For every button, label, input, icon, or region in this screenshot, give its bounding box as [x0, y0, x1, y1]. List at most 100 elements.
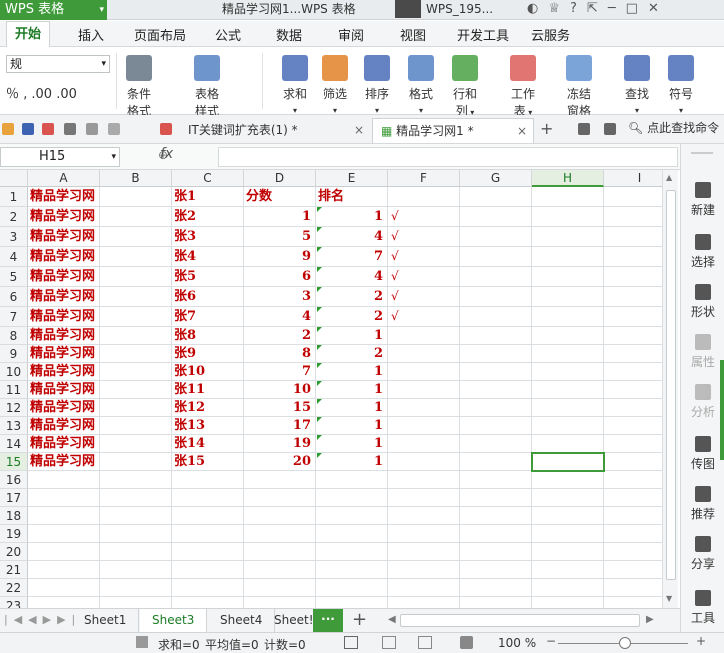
- row-header-17[interactable]: 17: [0, 489, 28, 507]
- cell-score[interactable]: 9: [246, 247, 314, 267]
- new-tab-icon[interactable]: +: [540, 119, 553, 138]
- cell-score[interactable]: 7: [246, 363, 314, 381]
- tab-data[interactable]: 数据: [276, 25, 302, 44]
- tab-cloud[interactable]: 云服务: [531, 25, 570, 44]
- cell-rank[interactable]: 1: [318, 399, 386, 417]
- pdf-icon[interactable]: [42, 123, 54, 135]
- cell-rank[interactable]: 7: [318, 247, 386, 267]
- cell-name[interactable]: 精品学习网: [30, 267, 98, 287]
- cell-score[interactable]: 15: [246, 399, 314, 417]
- scroll-down-icon[interactable]: ▼: [666, 594, 672, 603]
- number-format-select[interactable]: 规 ▾: [6, 55, 110, 73]
- save-icon[interactable]: [22, 123, 34, 135]
- zoom-in-icon[interactable]: +: [696, 634, 706, 648]
- column-header-b[interactable]: B: [100, 170, 172, 187]
- pane-item-5[interactable]: 传图: [681, 436, 724, 472]
- row-header-12[interactable]: 12: [0, 399, 28, 417]
- cell-e1[interactable]: 排名: [318, 187, 386, 207]
- cell-rank[interactable]: 2: [318, 287, 386, 307]
- tab-menu-icon[interactable]: [578, 123, 590, 135]
- tab-formulas[interactable]: 公式: [215, 25, 241, 44]
- cell-rank[interactable]: 1: [318, 435, 386, 453]
- cell-rank[interactable]: 1: [318, 453, 386, 471]
- formula-input[interactable]: [218, 147, 678, 167]
- cell-student[interactable]: 张10: [174, 363, 242, 381]
- cell-name[interactable]: 精品学习网: [30, 207, 98, 227]
- cell-name[interactable]: 精品学习网: [30, 345, 98, 363]
- cell-name[interactable]: 精品学习网: [30, 399, 98, 417]
- more-sheets-button[interactable]: ···: [313, 609, 343, 632]
- sheet-tab[interactable]: Sheet1: [72, 609, 140, 632]
- worksheet-button[interactable]: 工作表 ▾: [510, 55, 536, 119]
- cell-student[interactable]: 张12: [174, 399, 242, 417]
- row-header-22[interactable]: 22: [0, 579, 28, 597]
- print-preview-icon[interactable]: [86, 123, 98, 135]
- scroll-thumb[interactable]: [666, 190, 676, 580]
- tab-page-layout[interactable]: 页面布局: [134, 25, 186, 44]
- tab-home[interactable]: 开始: [6, 21, 51, 47]
- zoom-slider-handle[interactable]: [619, 637, 631, 649]
- scroll-up-icon[interactable]: ▲: [666, 173, 672, 182]
- restore-icon[interactable]: ⇱: [587, 1, 608, 16]
- cell-name[interactable]: 精品学习网: [30, 247, 98, 267]
- cell-name[interactable]: 精品学习网: [30, 435, 98, 453]
- cell-score[interactable]: 4: [246, 307, 314, 327]
- command-search[interactable]: 🔍︎ 点此查找命令: [628, 119, 719, 136]
- pane-toggle[interactable]: [720, 360, 724, 460]
- row-header-11[interactable]: 11: [0, 381, 28, 399]
- row-header-9[interactable]: 9: [0, 345, 28, 363]
- pane-item-6[interactable]: 推荐: [681, 486, 724, 522]
- cell-name[interactable]: 精品学习网: [30, 227, 98, 247]
- eye-protect-icon[interactable]: [460, 636, 473, 649]
- tab-review[interactable]: 审阅: [338, 25, 364, 44]
- row-header-15[interactable]: 15: [0, 453, 28, 471]
- cell-student[interactable]: 张3: [174, 227, 242, 247]
- page-break-view-icon[interactable]: [382, 636, 396, 649]
- open-folder-icon[interactable]: [2, 123, 14, 135]
- row-header-13[interactable]: 13: [0, 417, 28, 435]
- print-icon[interactable]: [64, 123, 76, 135]
- close-icon[interactable]: ×: [517, 119, 527, 143]
- sheet-tab[interactable]: Sheet4: [208, 609, 276, 632]
- cell-score[interactable]: 6: [246, 267, 314, 287]
- help-icon[interactable]: ?: [570, 1, 587, 16]
- symbol-button[interactable]: 符号 ▾: [668, 55, 694, 116]
- pane-item-2[interactable]: 形状: [681, 284, 724, 320]
- row-header-19[interactable]: 19: [0, 525, 28, 543]
- row-header-18[interactable]: 18: [0, 507, 28, 525]
- cell-name[interactable]: 精品学习网: [30, 417, 98, 435]
- layout-icon[interactable]: [604, 123, 616, 135]
- row-col-button[interactable]: 行和列 ▾: [452, 55, 478, 119]
- column-header-a[interactable]: A: [28, 170, 100, 187]
- more-tools-icon[interactable]: [108, 123, 120, 135]
- row-header-10[interactable]: 10: [0, 363, 28, 381]
- scroll-left-icon[interactable]: ◀: [388, 614, 396, 625]
- find-button[interactable]: 查找 ▾: [624, 55, 650, 116]
- row-header-6[interactable]: 6: [0, 287, 28, 307]
- row-header-23[interactable]: 23: [0, 597, 28, 608]
- column-header-i[interactable]: I: [604, 170, 662, 187]
- select-all-corner[interactable]: [0, 170, 28, 187]
- cell-student[interactable]: 张4: [174, 247, 242, 267]
- sum-button[interactable]: 求和 ▾: [282, 55, 308, 116]
- cell-rank[interactable]: 1: [318, 207, 386, 227]
- cell-student[interactable]: 张7: [174, 307, 242, 327]
- cell-student[interactable]: 张15: [174, 453, 242, 471]
- sheet-tab-active[interactable]: Sheet3: [140, 609, 208, 632]
- sheet-nav-arrows[interactable]: |◀◀▶▶|: [4, 613, 81, 626]
- cell-rank[interactable]: 1: [318, 381, 386, 399]
- column-header-h[interactable]: H: [532, 170, 604, 187]
- cell-student[interactable]: 张6: [174, 287, 242, 307]
- pane-item-4[interactable]: 分析: [681, 384, 724, 420]
- skin-icon[interactable]: ◐: [527, 1, 548, 16]
- cell-name[interactable]: 精品学习网: [30, 327, 98, 345]
- cell-score[interactable]: 8: [246, 345, 314, 363]
- column-header-g[interactable]: G: [460, 170, 532, 187]
- cell-score[interactable]: 1: [246, 207, 314, 227]
- row-header-3[interactable]: 3: [0, 227, 28, 247]
- column-header-f[interactable]: F: [388, 170, 460, 187]
- close-icon[interactable]: ✕: [648, 1, 669, 16]
- row-header-14[interactable]: 14: [0, 435, 28, 453]
- column-header-e[interactable]: E: [316, 170, 388, 187]
- app-menu-button[interactable]: WPS 表格 ▾: [0, 0, 107, 20]
